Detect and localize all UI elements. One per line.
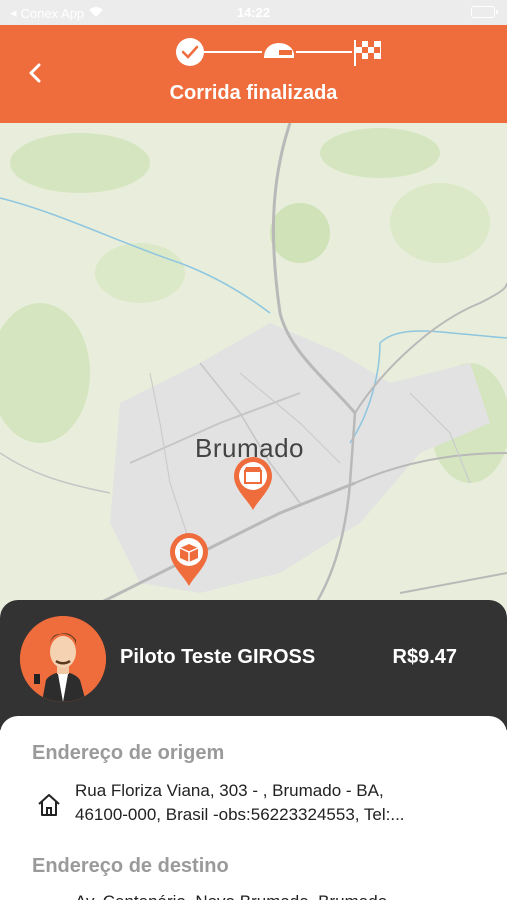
helmet-icon	[264, 43, 294, 58]
status-bar: ◂ Conex App 14:22	[0, 0, 507, 25]
origin-address[interactable]: Rua Floriza Viana, 303 - , Brumado - BA,…	[75, 779, 485, 827]
map-tiles	[0, 123, 507, 613]
route-map[interactable]: Brumado	[0, 123, 507, 613]
battery-icon	[471, 6, 498, 18]
checkered-flag-icon	[354, 40, 381, 66]
driver-card: Piloto Teste GIROSS R$9.47	[0, 600, 507, 730]
driver-illustration-icon	[20, 616, 106, 702]
origin-address-line1: Rua Floriza Viana, 303 - , Brumado - BA,	[75, 781, 384, 800]
home-icon	[38, 794, 60, 816]
store-icon	[234, 457, 272, 510]
header: Corrida finalizada	[0, 25, 507, 123]
destination-label: Endereço de destino	[32, 855, 229, 877]
status-time: 14:22	[236, 5, 271, 20]
address-sheet: Endereço de origem Rua Floriza Viana, 30…	[0, 716, 507, 900]
ride-price: R$9.47	[392, 646, 458, 668]
origin-label: Endereço de origem	[32, 742, 225, 764]
page-title: Corrida finalizada	[169, 82, 338, 104]
package-icon	[170, 533, 208, 586]
destination-address[interactable]: Av. Centenário, Novo Brumado, Brumado	[75, 890, 485, 900]
check-icon	[176, 38, 204, 66]
progress-steps	[176, 38, 381, 66]
driver-name: Piloto Teste GIROSS	[120, 646, 316, 668]
origin-address-line2: 46100-000, Brasil -obs:56223324553, Tel:…	[75, 805, 405, 824]
driver-avatar	[20, 616, 106, 702]
